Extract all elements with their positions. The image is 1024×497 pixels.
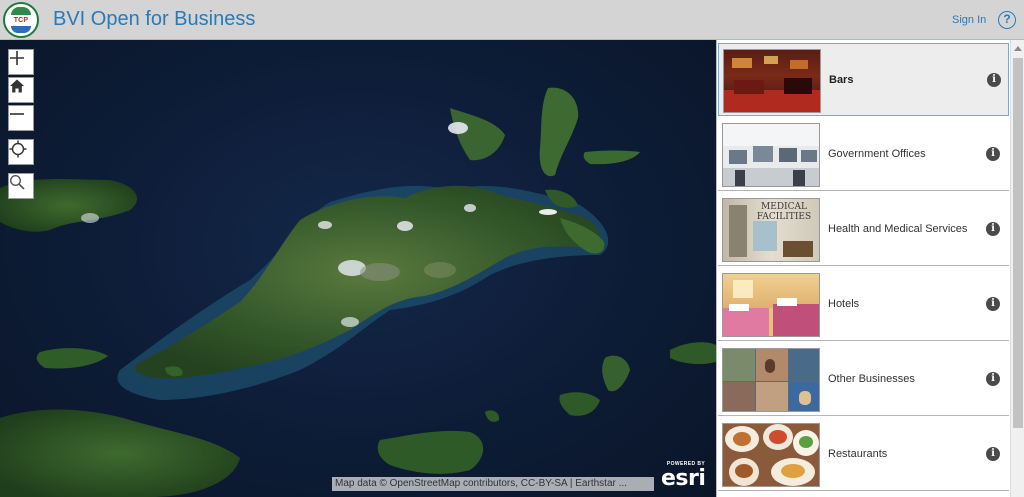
home-icon	[10, 79, 24, 93]
cloud-c	[397, 221, 413, 231]
category-label: Other Businesses	[828, 373, 915, 385]
medical-facilities-photo: MEDICAL FACILITIES	[722, 198, 820, 262]
logo-text: TCP	[13, 17, 29, 24]
category-item-restaurants[interactable]: Restaurants i	[718, 418, 1009, 491]
category-panel: Bars i Government Offices i MEDICAL FACI…	[716, 40, 1024, 497]
cloud-d	[318, 221, 332, 229]
sign-in-link[interactable]: Sign In	[952, 14, 986, 26]
category-item-other-businesses[interactable]: Other Businesses i	[718, 343, 1009, 416]
search-icon	[9, 174, 25, 190]
info-icon[interactable]: i	[987, 73, 1001, 87]
south-island-c	[559, 392, 600, 416]
office-cubicles-photo	[722, 123, 820, 187]
home-button[interactable]	[8, 77, 34, 103]
food-plates-photo	[722, 423, 820, 487]
south-island-b	[36, 348, 108, 369]
cloud-e	[341, 317, 359, 327]
scroll-up-arrow-icon[interactable]	[1014, 46, 1022, 51]
east-island-b	[670, 342, 716, 365]
north-island-b	[539, 87, 579, 177]
info-icon[interactable]: i	[986, 222, 1000, 236]
category-item-government-offices[interactable]: Government Offices i	[718, 118, 1009, 191]
satellite-imagery	[0, 87, 716, 497]
map-view[interactable]	[0, 40, 716, 497]
minus-icon	[10, 113, 24, 115]
category-label: Restaurants	[828, 448, 888, 460]
medical-sign: MEDICAL FACILITIES	[756, 202, 812, 222]
info-icon[interactable]: i	[986, 447, 1000, 461]
bright-patch	[424, 262, 456, 278]
info-icon[interactable]: i	[986, 297, 1000, 311]
category-label: Hotels	[828, 298, 860, 310]
esri-logo: POWERED BY esri	[659, 461, 713, 491]
cloud-g	[464, 204, 476, 212]
map-attribution: Map data © OpenStreetMap contributors, C…	[332, 477, 654, 491]
help-icon[interactable]: ?	[998, 11, 1016, 29]
esri-brand: esri	[661, 466, 706, 491]
category-label: Health and Medical Services	[828, 223, 968, 235]
category-item-hotels[interactable]: Hotels i	[718, 268, 1009, 341]
plus-icon	[10, 51, 24, 65]
app-logo: TCP	[3, 2, 39, 38]
main-island	[135, 185, 600, 379]
scrollbar-thumb[interactable]	[1013, 58, 1023, 428]
logo-bottom-arc	[11, 26, 31, 33]
north-island-c	[583, 150, 640, 165]
south-island-d	[602, 355, 630, 392]
logo-top-arc	[11, 7, 31, 15]
panel-scrollbar[interactable]	[1010, 40, 1024, 497]
cloud-f	[81, 213, 99, 223]
category-label: Bars	[829, 74, 854, 86]
cloud-a	[448, 122, 468, 134]
crosshair-icon	[9, 140, 27, 158]
business-collage-photo	[722, 348, 820, 412]
info-icon[interactable]: i	[986, 372, 1000, 386]
urban-area	[360, 263, 400, 281]
search-button[interactable]	[8, 173, 34, 199]
hotel-room-photo	[722, 273, 820, 337]
category-label: Government Offices	[828, 148, 926, 160]
info-icon[interactable]: i	[986, 147, 1000, 161]
bar-interior-photo	[723, 49, 821, 113]
category-item-bars[interactable]: Bars i	[718, 43, 1009, 116]
south-island-a	[377, 430, 484, 474]
islet-a	[485, 410, 500, 422]
category-item-health-medical[interactable]: MEDICAL FACILITIES Health and Medical Se…	[718, 193, 1009, 266]
north-island-a	[450, 108, 505, 161]
locate-button[interactable]	[8, 139, 34, 165]
app-header: TCP BVI Open for Business Sign In ?	[0, 0, 1024, 40]
app-title: BVI Open for Business	[53, 8, 256, 30]
zoom-out-button[interactable]	[8, 105, 34, 131]
south-west-island	[0, 409, 240, 497]
zoom-in-button[interactable]	[8, 49, 34, 75]
cloud-h	[539, 209, 557, 215]
